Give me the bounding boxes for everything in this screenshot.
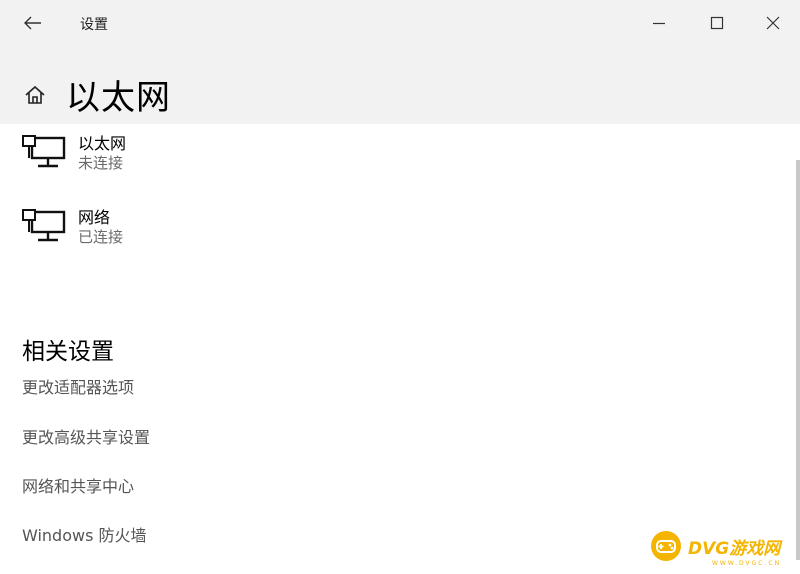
watermark-subtext: WWW.DVGC.CN bbox=[712, 560, 782, 567]
link-windows-firewall[interactable]: Windows 防火墙 bbox=[22, 522, 147, 546]
network-item-ethernet[interactable]: 以太网 未连接 bbox=[20, 130, 280, 184]
minimize-icon bbox=[653, 22, 665, 25]
home-button[interactable] bbox=[20, 80, 50, 110]
network-status: 已连接 bbox=[78, 228, 124, 246]
app-title: 设置 bbox=[80, 17, 108, 33]
network-status: 未连接 bbox=[78, 154, 124, 172]
scrollbar[interactable] bbox=[796, 160, 800, 560]
home-icon bbox=[25, 85, 45, 104]
network-name: 网络 bbox=[78, 208, 111, 227]
maximize-button[interactable] bbox=[694, 4, 740, 42]
watermark-logo: DVG游戏网 bbox=[650, 528, 780, 564]
ethernet-icon bbox=[22, 209, 66, 242]
close-icon bbox=[766, 16, 780, 30]
link-network-sharing-center[interactable]: 网络和共享中心 bbox=[22, 473, 134, 497]
close-button[interactable] bbox=[750, 4, 796, 42]
page-title: 以太网 bbox=[66, 78, 171, 118]
minimize-button[interactable] bbox=[636, 4, 682, 42]
ethernet-icon bbox=[22, 135, 66, 168]
back-arrow-icon bbox=[24, 16, 41, 30]
back-button[interactable] bbox=[18, 8, 48, 38]
related-settings-title: 相关设置 bbox=[22, 339, 114, 365]
link-advanced-sharing-settings[interactable]: 更改高级共享设置 bbox=[22, 424, 150, 448]
network-item-network[interactable]: 网络 已连接 bbox=[20, 204, 280, 258]
gamepad-icon bbox=[651, 531, 681, 561]
network-name: 以太网 bbox=[78, 134, 127, 153]
watermark-text: DVG游戏网 bbox=[688, 538, 781, 559]
title-bar: 设置 bbox=[0, 0, 800, 46]
link-change-adapter-options[interactable]: 更改适配器选项 bbox=[22, 374, 134, 398]
page-header: 以太网 bbox=[0, 46, 800, 124]
maximize-icon bbox=[710, 16, 724, 30]
